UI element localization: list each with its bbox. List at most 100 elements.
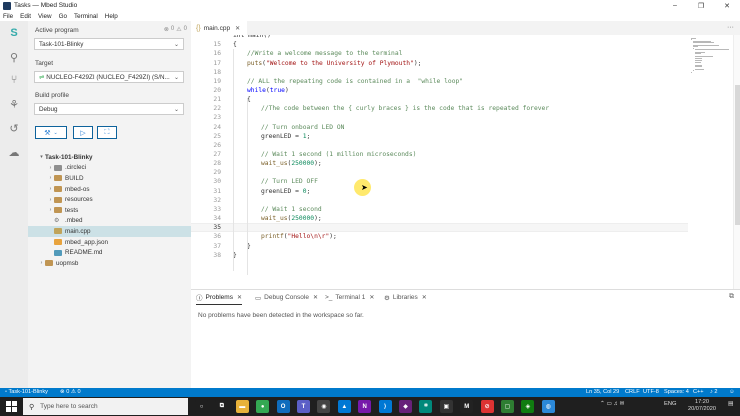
tree-item[interactable]: › resources — [28, 194, 191, 205]
cortana-icon[interactable]: ○ — [195, 400, 208, 413]
code-line[interactable]: 16 //Write a welcome message to the termi… — [191, 49, 731, 58]
task-view-icon[interactable]: ⧉ — [215, 400, 229, 413]
history-icon[interactable]: ↺ — [7, 121, 21, 135]
status-problems[interactable]: ⊗ 0 ⚠ 0 — [60, 389, 81, 395]
maximize-button[interactable]: ❐ — [688, 0, 714, 11]
feedback-icon[interactable]: ☺ — [729, 389, 735, 395]
menu-view[interactable]: View — [38, 13, 52, 20]
code-line[interactable]: 37} — [191, 241, 731, 250]
tab-terminal[interactable]: >_ Terminal 1 ✕ — [325, 290, 374, 305]
scrollbar-thumb[interactable] — [735, 85, 740, 225]
record-icon[interactable]: ⊘ — [480, 400, 494, 413]
code-line[interactable]: 23 — [191, 113, 731, 122]
code-line[interactable]: 22 //The code between the { curly braces … — [191, 104, 731, 113]
code-line[interactable]: 18 — [191, 68, 731, 77]
minimap[interactable] — [688, 35, 732, 289]
outlook-icon[interactable]: O — [276, 400, 290, 413]
code-editor[interactable]: int main() 15 {16 //Write a welcome message… — [191, 35, 731, 289]
tab-main-cpp[interactable]: {} main.cpp ✕ — [191, 21, 247, 35]
status-eol[interactable]: CRLF — [625, 389, 640, 395]
tree-item[interactable]: › .circleci — [28, 163, 191, 174]
tree-item[interactable]: › tests — [28, 205, 191, 216]
xbox-icon[interactable]: ◈ — [521, 400, 535, 413]
status-indentation[interactable]: Spaces: 4 — [664, 389, 689, 395]
onenote-icon[interactable]: N — [358, 400, 372, 413]
code-line[interactable]: 20 while(true) — [191, 86, 731, 95]
close-button[interactable]: ✕ — [714, 0, 740, 11]
source-control-icon[interactable]: ⑂ — [7, 73, 21, 87]
code-line[interactable]: 19 // ALL the repeating code is contained… — [191, 77, 731, 86]
windows-start-icon[interactable] — [6, 401, 17, 412]
status-notifications[interactable]: ♪ 2 — [710, 389, 717, 395]
code-line[interactable]: 21{ — [191, 95, 731, 104]
close-icon[interactable]: ✕ — [369, 294, 374, 301]
tree-item[interactable]: › BUILD — [28, 173, 191, 184]
tree-item[interactable]: › uopmsb — [28, 258, 191, 269]
active-program-select[interactable]: Task-101-Blinky ⌄ — [34, 38, 184, 50]
run-button[interactable]: ▷ — [73, 126, 93, 139]
maps-icon[interactable]: ◍ — [541, 400, 555, 413]
editor-scrollbar[interactable] — [733, 35, 740, 289]
camera-icon[interactable]: ▢ — [501, 400, 514, 413]
code-line[interactable]: 32 — [191, 196, 731, 205]
minimize-button[interactable]: – — [662, 0, 688, 11]
code-line[interactable]: 31 greenLED = 0; — [191, 187, 731, 196]
more-actions-icon[interactable]: ··· — [727, 24, 734, 31]
mbed-icon[interactable]: M — [460, 400, 474, 413]
tree-item[interactable]: ⚙ .mbed — [28, 216, 191, 227]
code-line[interactable]: 25 greenLED = 1; — [191, 132, 731, 141]
menu-file[interactable]: File — [3, 13, 13, 20]
chrome-icon[interactable]: ● — [256, 400, 270, 413]
code-line[interactable]: 34 wait_us(250000); — [191, 214, 731, 223]
code-line[interactable]: 33 // Wait 1 second — [191, 205, 731, 214]
target-select[interactable]: ⇌ NUCLEO-F429ZI (NUCLEO_F429ZI) (S/N... … — [34, 71, 184, 83]
debug-icon[interactable]: ⚘ — [7, 97, 21, 111]
build-profile-select[interactable]: Debug ⌄ — [34, 103, 184, 115]
language-indicator[interactable]: ENG — [664, 401, 677, 407]
taskbar-search-box[interactable]: ⚲ Type here to search — [23, 398, 188, 415]
tab-problems[interactable]: ⓘ Problems ✕ — [196, 290, 242, 305]
visual-studio-icon[interactable]: ◆ — [399, 400, 412, 413]
tray-icons[interactable]: ⌃ ▭ ♫ ✉ — [600, 401, 624, 407]
code-line[interactable]: 24 // Turn onboard LED ON — [191, 123, 731, 132]
mbed-logo-icon[interactable]: S — [7, 26, 21, 40]
close-icon[interactable]: ✕ — [313, 294, 318, 301]
github-icon[interactable]: ◉ — [317, 400, 331, 413]
debug-button[interactable]: ⛶ — [97, 126, 117, 139]
close-icon[interactable]: ✕ — [422, 294, 427, 301]
tab-debug-console[interactable]: ▭ Debug Console ✕ — [255, 290, 318, 305]
code-line[interactable]: 17 puts("Welcome to the University of Ply… — [191, 58, 731, 67]
tree-item[interactable]: › mbed-os — [28, 184, 191, 195]
close-icon[interactable]: ✕ — [237, 294, 242, 301]
code-line[interactable]: 30 // Turn LED OFF — [191, 177, 731, 186]
status-encoding[interactable]: UTF-8 — [643, 389, 659, 395]
terminal-icon[interactable]: ▣ — [439, 400, 453, 413]
cloud-icon[interactable]: ☁ — [7, 145, 21, 159]
maximize-panel-icon[interactable]: ⧉ — [729, 293, 734, 301]
tree-item[interactable]: main.cpp — [28, 226, 191, 237]
teams-icon[interactable]: T — [297, 400, 310, 413]
code-line[interactable]: 38} — [191, 251, 731, 260]
tree-item[interactable]: mbed_app.json — [28, 237, 191, 248]
menu-go[interactable]: Go — [59, 13, 67, 20]
file-explorer-icon[interactable]: ▬ — [235, 400, 249, 413]
search-icon[interactable]: ⚲ — [7, 50, 21, 64]
notification-center-icon[interactable]: ▤ — [728, 401, 733, 407]
code-line[interactable]: 27 // Wait 1 second (1 million microsecon… — [191, 150, 731, 159]
photos-icon[interactable]: ▲ — [337, 400, 351, 413]
code-line[interactable]: 29 — [191, 168, 731, 177]
mbed-studio-icon[interactable]: ⌗ — [419, 400, 433, 413]
code-line[interactable]: 26 — [191, 141, 731, 150]
tree-item[interactable]: README.md — [28, 247, 191, 258]
menu-edit[interactable]: Edit — [20, 13, 31, 20]
menu-help[interactable]: Help — [105, 13, 118, 20]
code-line[interactable]: 35 — [191, 223, 731, 233]
menu-terminal[interactable]: Terminal — [74, 13, 98, 20]
taskbar-clock[interactable]: 17:20 20/07/2020 — [688, 399, 716, 413]
vscode-icon[interactable]: ⟩ — [378, 400, 392, 413]
status-language[interactable]: C++ — [693, 389, 704, 395]
code-line[interactable]: 36 printf("Hello\n\r"); — [191, 232, 731, 241]
tab-libraries[interactable]: ⚙ Libraries ✕ — [384, 290, 427, 305]
code-line[interactable]: 15 { — [191, 40, 731, 49]
status-program[interactable]: ▫ Task-101-Blinky — [5, 389, 48, 395]
